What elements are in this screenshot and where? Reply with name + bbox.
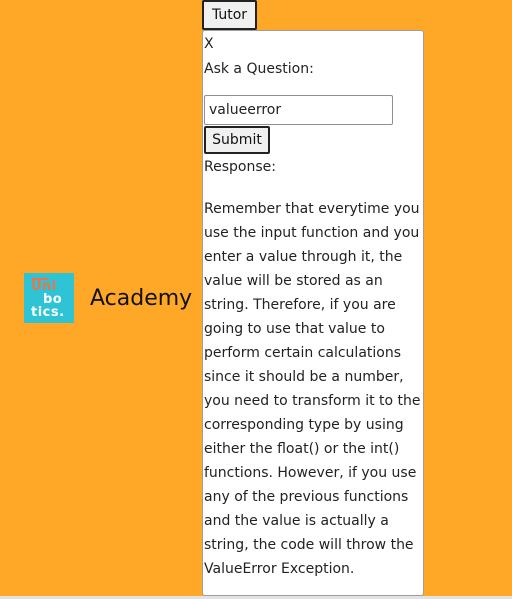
- question-input[interactable]: [204, 95, 393, 125]
- close-icon[interactable]: X: [204, 34, 214, 54]
- response-label: Response:: [204, 159, 276, 175]
- submit-button[interactable]: Submit: [204, 126, 270, 154]
- unibotics-logo: Uni bo tics.: [24, 273, 74, 323]
- ask-question-label: Ask a Question:: [204, 61, 314, 77]
- brand: Uni bo tics. Academy: [24, 273, 192, 323]
- logo-text-line3: tics.: [31, 305, 65, 320]
- brand-name: Academy: [90, 285, 193, 311]
- tutor-panel: X Ask a Question: Submit Response: Remem…: [202, 30, 424, 596]
- response-text: Remember that everytime you use the inpu…: [204, 201, 421, 577]
- tutor-toggle-button[interactable]: Tutor: [202, 0, 257, 30]
